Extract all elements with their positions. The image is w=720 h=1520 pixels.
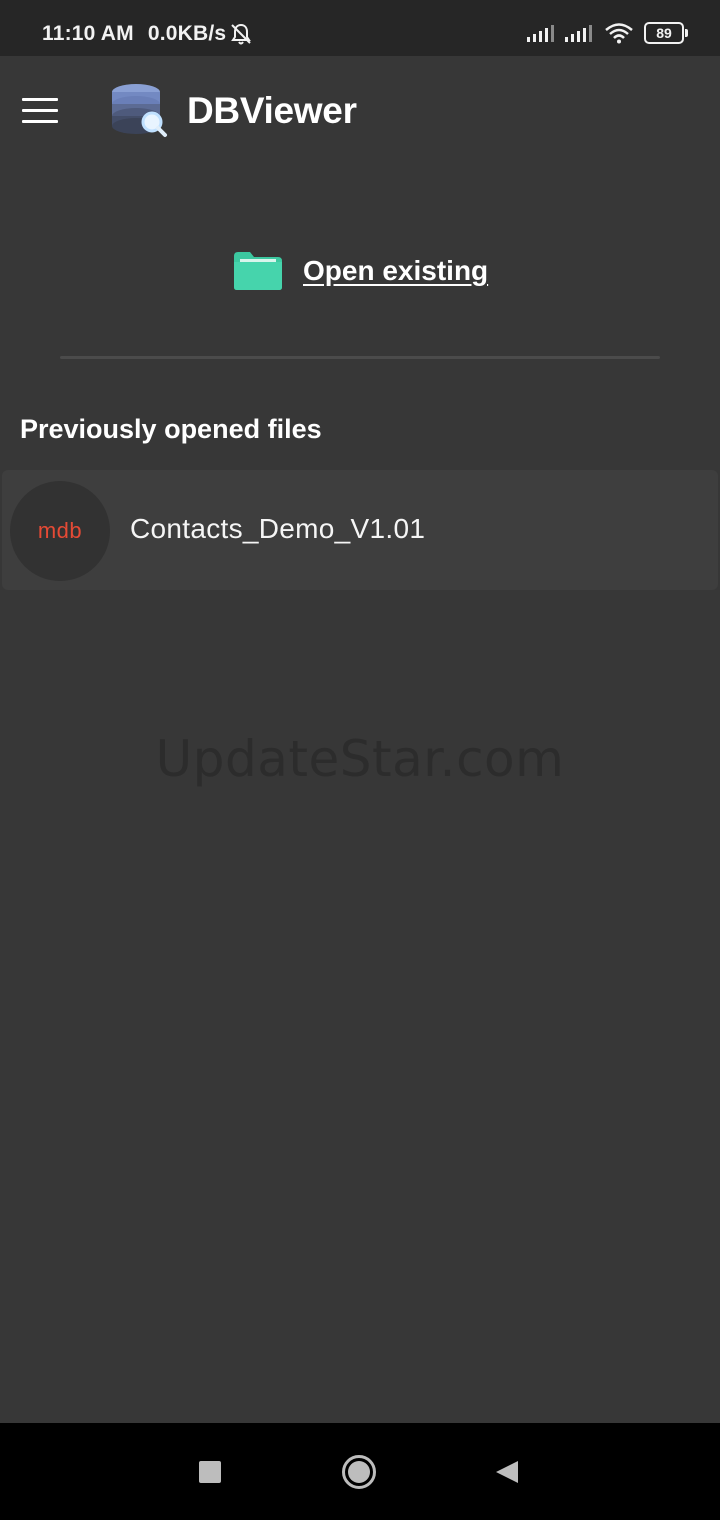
- file-name: Contacts_Demo_V1.01: [130, 513, 426, 544]
- divider: [60, 356, 660, 359]
- status-right: 89: [526, 22, 688, 44]
- nav-bar: [0, 1423, 720, 1520]
- signal-icon: [564, 23, 594, 43]
- back-triangle-icon[interactable]: [494, 1459, 520, 1485]
- folder-icon: [234, 252, 282, 290]
- file-extension: mdb: [37, 518, 83, 543]
- recents-square-icon[interactable]: [199, 1461, 221, 1483]
- screen: 11:10 AM 0.0KB/s 89 DBViewer Open existi…: [0, 0, 720, 1520]
- bell-muted-icon: [228, 21, 254, 47]
- menu-icon[interactable]: [22, 98, 58, 124]
- home-circle-icon[interactable]: [341, 1454, 377, 1490]
- database-search-icon: [110, 82, 168, 140]
- app-title: DBViewer: [187, 90, 357, 131]
- wifi-icon: [604, 22, 634, 44]
- section-title: Previously opened files: [20, 414, 322, 444]
- file-type-avatar: mdb: [10, 481, 110, 581]
- status-bar: 11:10 AM 0.0KB/s 89: [0, 0, 720, 56]
- app-bar: DBViewer: [0, 56, 720, 166]
- battery-level: 89: [656, 25, 672, 41]
- signal-icon: [526, 23, 556, 43]
- open-existing-label[interactable]: Open existing: [303, 255, 488, 287]
- watermark: UpdateStar.com: [155, 730, 565, 788]
- battery-icon: 89: [644, 22, 688, 44]
- status-time: 11:10 AM: [42, 22, 134, 45]
- status-left: 11:10 AM 0.0KB/s: [42, 21, 254, 47]
- open-existing-button[interactable]: Open existing: [232, 250, 488, 292]
- network-speed: 0.0KB/s: [147, 22, 227, 45]
- list-item[interactable]: mdb Contacts_Demo_V1.01: [2, 470, 718, 590]
